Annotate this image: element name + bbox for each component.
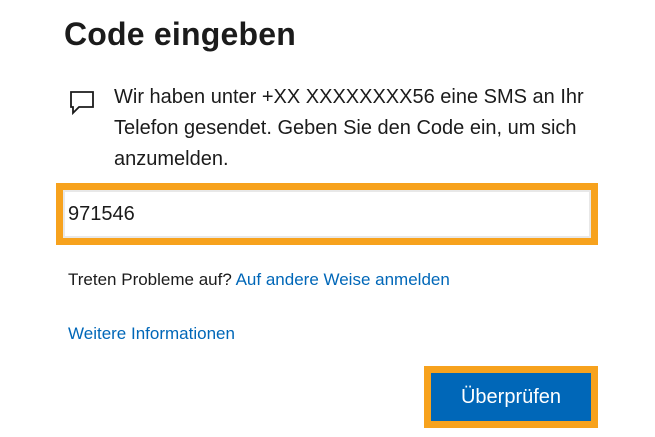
page-title: Code eingeben — [64, 16, 296, 52]
problems-question: Treten Probleme auf? — [68, 270, 232, 289]
problems-line: Treten Probleme auf? Auf andere Weise an… — [68, 270, 450, 290]
chat-bubble-icon — [68, 88, 96, 116]
sign-in-other-way-link[interactable]: Auf andere Weise anmelden — [236, 270, 450, 289]
verify-button[interactable]: Überprüfen — [431, 373, 591, 421]
code-field-highlight — [56, 183, 598, 245]
verify-button-highlight: Überprüfen — [424, 366, 598, 428]
code-input[interactable] — [63, 190, 591, 238]
more-info-link[interactable]: Weitere Informationen — [68, 324, 235, 344]
sms-message-text: Wir haben unter +XX XXXXXXXX56 eine SMS … — [114, 86, 584, 170]
sms-message: Wir haben unter +XX XXXXXXXX56 eine SMS … — [68, 82, 608, 175]
